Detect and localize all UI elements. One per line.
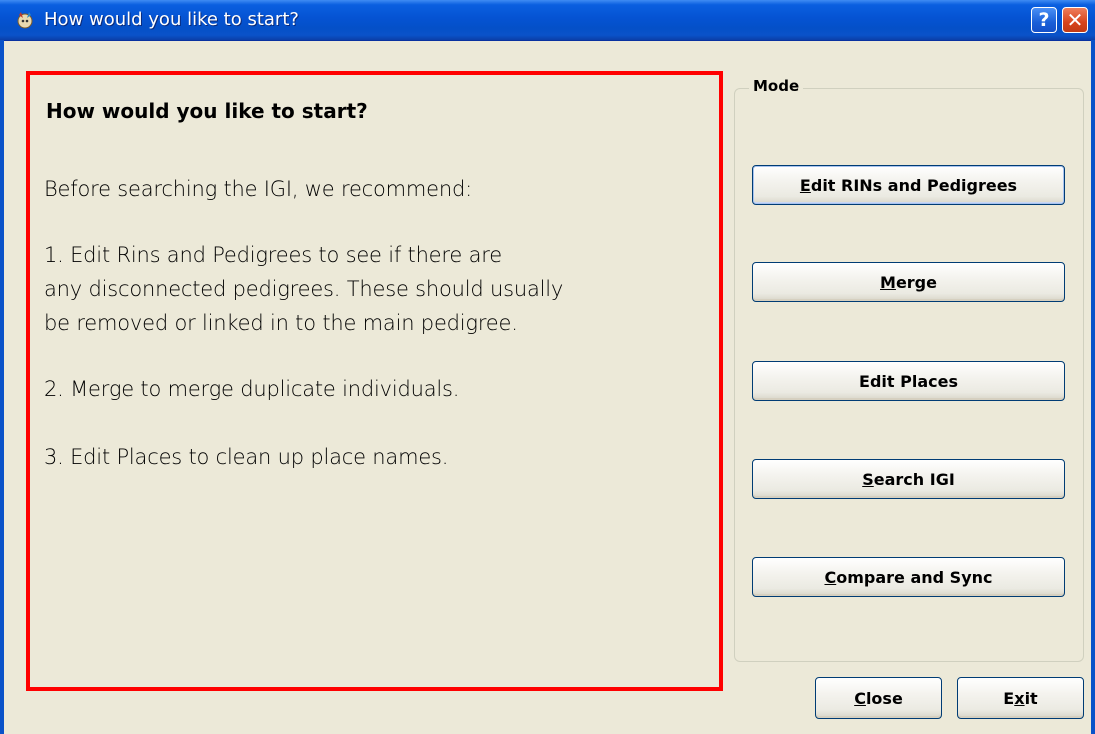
- merge-button[interactable]: Merge: [752, 262, 1065, 302]
- button-label: ompare and Sync: [836, 567, 993, 587]
- mnemonic: S: [862, 469, 874, 489]
- mnemonic: M: [880, 272, 896, 292]
- button-label: Edit Places: [859, 371, 958, 391]
- window-title: How would you like to start?: [44, 9, 299, 30]
- title-bar[interactable]: How would you like to start? ? ✕: [0, 0, 1095, 41]
- help-button[interactable]: ?: [1031, 7, 1057, 33]
- mnemonic: C: [824, 567, 837, 587]
- button-label: it: [1024, 688, 1038, 708]
- app-icon: [17, 12, 33, 29]
- search-igi-button[interactable]: Search IGI: [752, 459, 1065, 499]
- compare-and-sync-button[interactable]: Compare and Sync: [752, 557, 1065, 597]
- edit-places-button[interactable]: Edit Places: [752, 361, 1065, 401]
- button-label: earch IGI: [873, 469, 955, 489]
- instructions-panel: How would you like to start? Before sear…: [26, 71, 723, 691]
- instructions-step-3: 3. Edit Places to clean up place names.: [44, 445, 449, 469]
- mnemonic: C: [854, 688, 866, 708]
- button-label-pre: E: [1003, 688, 1015, 708]
- close-window-button[interactable]: ✕: [1062, 7, 1088, 33]
- button-label: dit RINs and Pedigrees: [810, 175, 1018, 195]
- dialog-window: How would you like to start? ? ✕ How wou…: [0, 0, 1095, 734]
- mnemonic: E: [799, 175, 811, 195]
- button-label: erge: [895, 272, 937, 292]
- button-label: lose: [865, 688, 903, 708]
- instructions-step-2: 2. Merge to merge duplicate individuals.: [44, 377, 460, 401]
- instructions-intro: Before searching the IGI, we recommend:: [44, 177, 473, 201]
- close-button[interactable]: Close: [815, 677, 942, 719]
- edit-rins-and-pedigrees-button[interactable]: Edit RINs and Pedigrees: [752, 165, 1065, 205]
- instructions-step-1-line-1: 1. Edit Rins and Pedigrees to see if the…: [44, 243, 502, 267]
- mode-legend: Mode: [749, 77, 804, 95]
- instructions-heading: How would you like to start?: [46, 99, 368, 123]
- mnemonic: x: [1014, 688, 1025, 708]
- window-border-left: [0, 40, 4, 734]
- window-border-right: [1091, 40, 1095, 734]
- instructions-step-1-line-3: be removed or linked in to the main pedi…: [44, 311, 518, 335]
- exit-button[interactable]: Ex it: [957, 677, 1084, 719]
- instructions-step-1-line-2: any disconnected pedigrees. These should…: [44, 277, 564, 301]
